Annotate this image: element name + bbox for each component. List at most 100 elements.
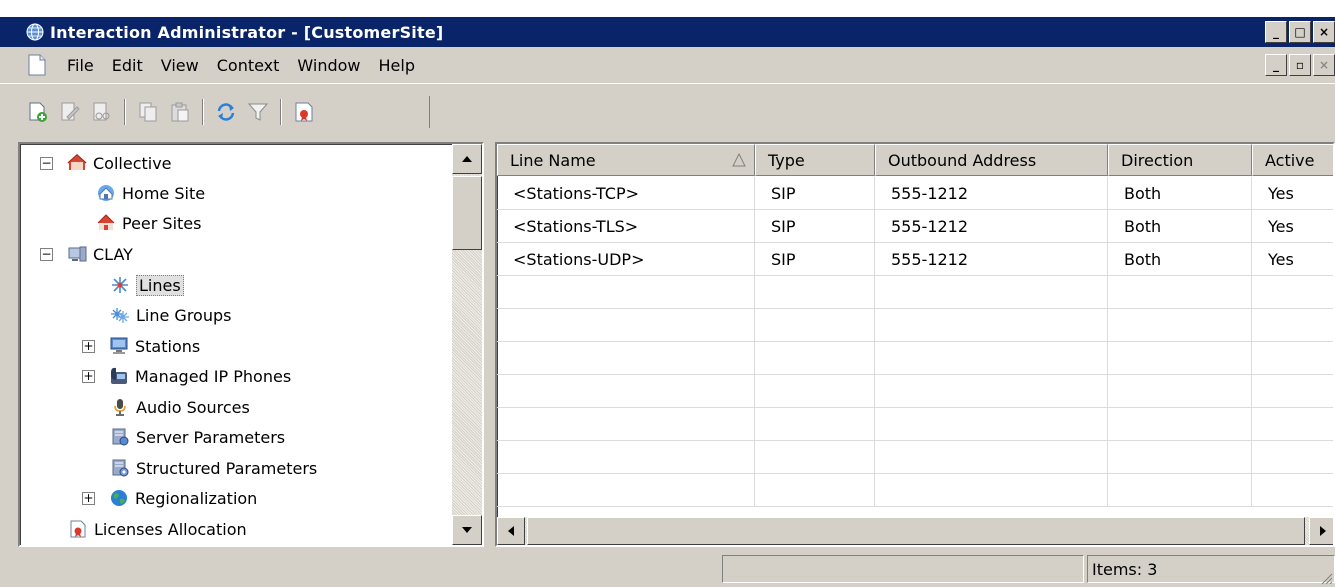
tree-item-stations[interactable]: + Stations (82, 332, 200, 360)
tree-item-home-site[interactable]: Home Site (96, 179, 205, 207)
tree-vertical-scrollbar[interactable] (452, 144, 482, 545)
arrow-left-icon (508, 526, 514, 536)
tree-item-peer-sites[interactable]: Peer Sites (96, 209, 201, 237)
tree-item-server-parameters[interactable]: Server Parameters (110, 423, 285, 451)
menu-bar: File Edit View Context Window Help _ ▫ × (0, 47, 1335, 83)
empty-row (497, 375, 1333, 408)
tree-item-regionalization[interactable]: + Regionalization (82, 484, 257, 512)
column-label: Line Name (510, 150, 596, 170)
cell-outbound-address: 555-1212 (875, 177, 1108, 210)
tree-item-label: Structured Parameters (136, 458, 318, 478)
menu-help[interactable]: Help (370, 56, 424, 75)
new-button[interactable] (24, 98, 52, 126)
tree-item-label: Licenses Allocation (94, 519, 247, 539)
microphone-icon (110, 397, 130, 417)
empty-row (497, 441, 1333, 474)
cell-active: Yes (1252, 243, 1333, 276)
document-icon[interactable] (28, 54, 46, 76)
expand-toggle[interactable]: + (82, 369, 95, 383)
menu-view[interactable]: View (152, 56, 208, 75)
tree-item-label: Managed IP Phones (135, 366, 292, 386)
paste-button[interactable] (166, 98, 194, 126)
navigation-tree: − Collective Home Site Peer Sites − CLAY… (18, 142, 484, 547)
license-button[interactable] (290, 98, 318, 126)
server-parameters-icon (110, 427, 130, 447)
tree-item-lines[interactable]: Lines (110, 271, 184, 299)
mdi-close-button[interactable]: × (1313, 54, 1335, 76)
cell-line-name: <Stations-TLS> (497, 210, 755, 243)
collective-icon (67, 153, 87, 173)
edit-button[interactable] (56, 98, 84, 126)
collapse-toggle[interactable]: − (40, 156, 53, 170)
home-site-icon (96, 183, 116, 203)
expand-toggle[interactable]: + (82, 339, 95, 353)
column-label: Type (768, 150, 805, 170)
column-header-active[interactable]: Active (1252, 144, 1333, 176)
close-button[interactable]: × (1313, 21, 1335, 43)
cell-direction: Both (1108, 243, 1252, 276)
scroll-thumb[interactable] (527, 517, 1305, 545)
refresh-button[interactable] (212, 98, 240, 126)
server-icon (67, 244, 87, 264)
cell-active: Yes (1252, 177, 1333, 210)
title-bar[interactable]: Interaction Administrator - [CustomerSit… (0, 17, 1335, 47)
table-row[interactable]: <Stations-TLS> SIP 555-1212 Both Yes (497, 210, 1333, 243)
resize-grip-icon[interactable] (1319, 571, 1333, 585)
scroll-thumb[interactable] (452, 176, 482, 250)
cell-direction: Both (1108, 210, 1252, 243)
empty-row (497, 408, 1333, 441)
license-icon (68, 519, 88, 539)
column-header-outbound-address[interactable]: Outbound Address (875, 144, 1108, 176)
cell-type: SIP (755, 243, 875, 276)
cut-button[interactable] (88, 98, 116, 126)
filter-button[interactable] (244, 98, 272, 126)
column-label: Direction (1121, 150, 1194, 170)
cell-type: SIP (755, 210, 875, 243)
table-row[interactable]: <Stations-UDP> SIP 555-1212 Both Yes (497, 243, 1333, 276)
peer-sites-icon (96, 213, 116, 233)
empty-row (497, 474, 1333, 507)
scroll-right-button[interactable] (1309, 517, 1333, 545)
tree-item-clay[interactable]: − CLAY (40, 240, 133, 268)
scroll-down-button[interactable] (452, 515, 482, 545)
paste-icon (171, 102, 189, 122)
scroll-up-button[interactable] (452, 144, 482, 174)
cell-type: SIP (755, 177, 875, 210)
table-row[interactable]: <Stations-TCP> SIP 555-1212 Both Yes (497, 177, 1333, 210)
menu-window[interactable]: Window (288, 56, 369, 75)
maximize-button[interactable]: □ (1289, 21, 1311, 43)
tree-item-line-groups[interactable]: Line Groups (110, 301, 231, 329)
tree-item-audio-sources[interactable]: Audio Sources (110, 393, 250, 421)
toolbar-separator (280, 99, 282, 125)
tree-item-label: Lines (136, 274, 184, 296)
mdi-minimize-button[interactable]: _ (1265, 54, 1287, 76)
minimize-button[interactable]: _ (1265, 21, 1287, 43)
tree-item-collective[interactable]: − Collective (40, 149, 172, 177)
grid-horizontal-scrollbar[interactable] (497, 517, 1333, 545)
mdi-restore-button[interactable]: ▫ (1289, 54, 1311, 76)
copy-button[interactable] (134, 98, 162, 126)
column-header-line-name[interactable]: Line Name (497, 144, 755, 176)
column-header-type[interactable]: Type (755, 144, 875, 176)
lines-icon (110, 275, 130, 295)
phone-icon (109, 366, 129, 386)
scroll-left-button[interactable] (497, 517, 525, 545)
tree-item-structured-parameters[interactable]: Structured Parameters (110, 454, 317, 482)
menu-file[interactable]: File (58, 56, 103, 75)
tree-item-licenses-allocation[interactable]: Licenses Allocation (68, 515, 247, 543)
grid-header: Line Name Type Outbound Address Directio… (497, 144, 1333, 176)
column-label: Active (1265, 150, 1315, 170)
filter-icon (247, 103, 269, 121)
menu-edit[interactable]: Edit (103, 56, 152, 75)
expand-toggle[interactable]: + (82, 491, 95, 505)
column-header-direction[interactable]: Direction (1108, 144, 1252, 176)
toolbar-separator (202, 99, 204, 125)
menu-context[interactable]: Context (208, 56, 289, 75)
license-icon (295, 102, 313, 122)
empty-row (497, 276, 1333, 309)
collapse-toggle[interactable]: − (40, 247, 53, 261)
tree-item-managed-ip-phones[interactable]: + Managed IP Phones (82, 362, 291, 390)
tree-item-label: Peer Sites (122, 213, 202, 233)
toolbar (0, 83, 1335, 139)
tree-item-label: Stations (135, 336, 201, 356)
